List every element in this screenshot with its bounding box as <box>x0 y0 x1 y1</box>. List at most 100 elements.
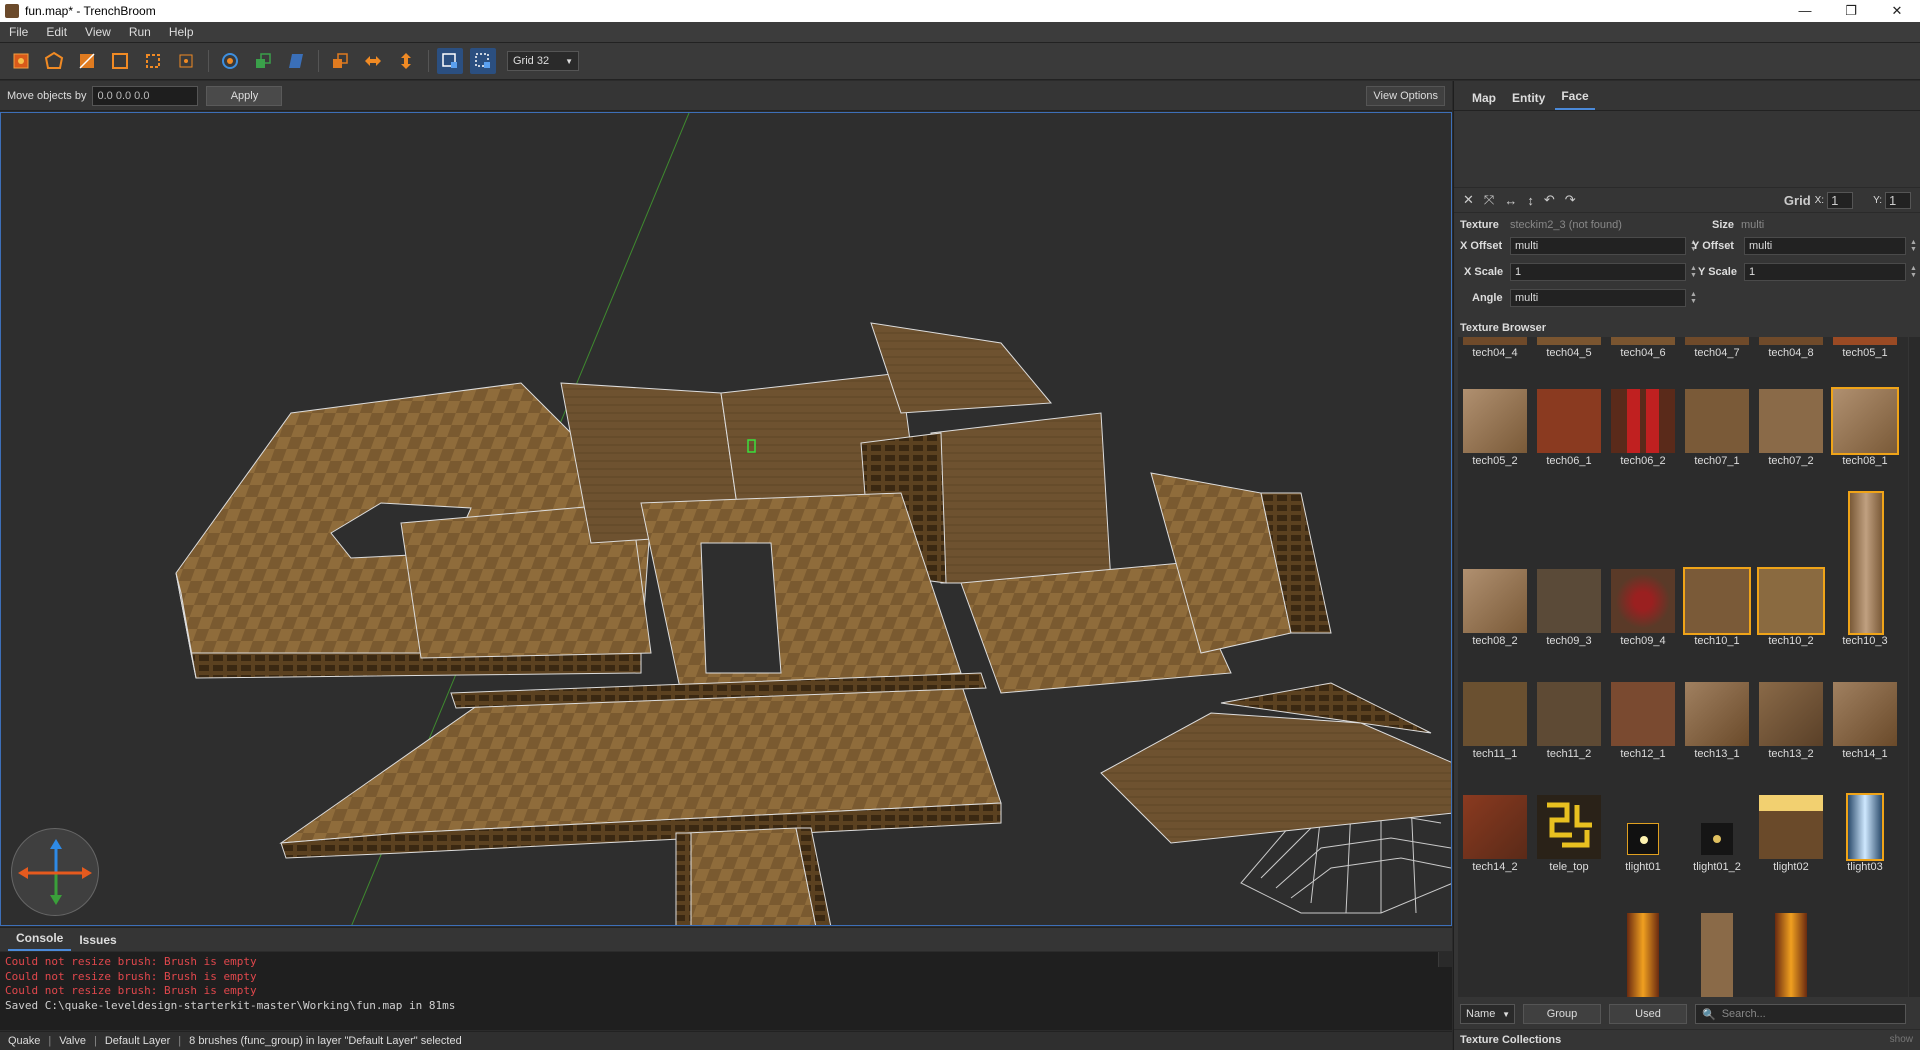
sort-dropdown[interactable]: Name ▼ <box>1460 1004 1515 1024</box>
grid-size-dropdown[interactable]: Grid 32 ▼ <box>507 51 579 71</box>
texture-tile[interactable]: tech14_1 <box>1828 682 1902 766</box>
spinner-arrows-icon[interactable]: ▲ ▼ <box>1910 239 1917 253</box>
flip-horizontal-texture-icon[interactable]: ↔ <box>1504 193 1517 208</box>
close-window-button[interactable]: ✕ <box>1874 3 1920 19</box>
vertex-tool-button[interactable] <box>74 48 100 74</box>
grid-y-spinner[interactable]: 1 <box>1885 191 1911 209</box>
brush-tool-button[interactable] <box>8 48 34 74</box>
texture-tile[interactable]: tech12_1 <box>1606 682 1680 766</box>
texture-tile[interactable]: tech13_1 <box>1680 682 1754 766</box>
texture-tile[interactable]: tech11_1 <box>1458 682 1532 766</box>
apply-button[interactable]: Apply <box>206 85 283 106</box>
used-button[interactable]: Used <box>1609 1004 1687 1024</box>
texture-tile[interactable]: tech14_2 <box>1458 795 1532 879</box>
texture-thumbnail <box>1537 682 1601 746</box>
texture-tile[interactable] <box>1754 913 1828 997</box>
group-button[interactable]: Group <box>1523 1004 1601 1024</box>
menu-help[interactable]: Help <box>160 25 203 39</box>
menu-run[interactable]: Run <box>120 25 160 39</box>
texture-tile[interactable]: tech04_8 <box>1754 337 1828 367</box>
rotate-cw-icon[interactable]: ↷ <box>1565 192 1576 208</box>
texture-tile-selected[interactable]: tech08_1 <box>1828 387 1902 473</box>
texture-tile[interactable]: tlight01_2 <box>1680 795 1754 879</box>
texture-tile[interactable]: tech05_2 <box>1458 389 1532 473</box>
texture-tile[interactable]: tech04_6 <box>1606 337 1680 367</box>
console-scrollbar[interactable] <box>1438 952 1452 967</box>
texture-tile-selected[interactable]: tech10_2 <box>1754 567 1828 653</box>
spinner-arrows-icon[interactable]: ▲ ▼ <box>1690 265 1697 279</box>
texture-tile[interactable]: tech04_5 <box>1532 337 1606 367</box>
rotate-ccw-icon[interactable]: ↶ <box>1544 192 1555 208</box>
y-offset-input[interactable]: multi <box>1744 237 1906 255</box>
texture-tile[interactable]: tech09_3 <box>1532 569 1606 653</box>
tab-console[interactable]: Console <box>8 931 72 951</box>
texture-tile[interactable]: tele_top <box>1532 795 1606 879</box>
texture-thumbnail <box>1701 913 1733 997</box>
x-offset-label: X Offset <box>1460 240 1503 252</box>
show-collections-link[interactable]: show <box>1890 1034 1913 1045</box>
texture-tile-selected[interactable]: tech10_1 <box>1680 567 1754 653</box>
menu-edit[interactable]: Edit <box>37 25 76 39</box>
console-line-saved: Saved C:\quake-leveldesign-starterkit-ma… <box>5 998 456 1012</box>
grid-x-spinner[interactable]: 1 <box>1827 191 1854 209</box>
face-tool-button[interactable] <box>140 48 166 74</box>
maximize-button[interactable]: ❐ <box>1828 3 1874 19</box>
spinner-arrows-icon[interactable]: ▲ ▼ <box>1910 265 1917 279</box>
texture-tile[interactable]: tech11_2 <box>1532 682 1606 766</box>
texture-collections-header[interactable]: Texture Collections show <box>1454 1029 1920 1049</box>
spinner-arrows-icon[interactable]: ▲ ▼ <box>1690 291 1697 305</box>
texture-tile[interactable]: tech05_1 <box>1828 337 1902 367</box>
menu-file[interactable]: File <box>0 25 37 39</box>
move-offset-input[interactable]: 0.0 0.0 0.0 <box>92 85 199 106</box>
edge-tool-button[interactable] <box>107 48 133 74</box>
texture-name: tech10_1 <box>1694 635 1740 647</box>
texture-tile[interactable]: tech06_2 <box>1606 389 1680 473</box>
minimize-button[interactable]: — <box>1782 3 1828 19</box>
texture-tile[interactable]: tech07_1 <box>1680 389 1754 473</box>
uv-lock-button[interactable] <box>470 48 496 74</box>
texture-tile-selected[interactable]: tlight03 <box>1828 793 1902 879</box>
texture-tile[interactable]: tech13_2 <box>1754 682 1828 766</box>
brush-tool-icon <box>13 53 29 69</box>
duplicate-button[interactable] <box>327 48 353 74</box>
texture-browser-scrollbar[interactable] <box>1909 337 1920 997</box>
x-scale-input[interactable]: 1 <box>1510 263 1686 281</box>
tab-map[interactable]: Map <box>1466 91 1502 110</box>
flip-horizontal-button[interactable] <box>360 48 386 74</box>
texture-tile[interactable]: tech09_4 <box>1606 569 1680 653</box>
texture-tile[interactable]: tech08_2 <box>1458 569 1532 653</box>
clip-tool-button[interactable] <box>41 48 67 74</box>
axis-gizmo[interactable] <box>11 828 99 916</box>
texture-tile[interactable] <box>1606 913 1680 997</box>
flip-vertical-button[interactable] <box>393 48 419 74</box>
x-offset-input[interactable]: multi <box>1510 237 1686 255</box>
tab-issues[interactable]: Issues <box>71 933 124 951</box>
menu-view[interactable]: View <box>76 25 120 39</box>
scale-tool-button[interactable] <box>250 48 276 74</box>
view-options-button[interactable]: View Options <box>1366 85 1445 106</box>
texture-browser-grid[interactable]: tech04_4 tech04_5 tech04_6 tech04_7 tech… <box>1458 337 1908 997</box>
y-scale-input[interactable]: 1 <box>1744 263 1906 281</box>
texture-lock-button[interactable] <box>437 48 463 74</box>
texture-tile[interactable]: tech06_1 <box>1532 389 1606 473</box>
reset-to-world-icon[interactable]: ⤧ <box>1484 192 1494 208</box>
texture-tile[interactable]: tech04_4 <box>1458 337 1532 367</box>
texture-tile[interactable]: tlight01 <box>1606 795 1680 879</box>
texture-tile[interactable]: tech07_2 <box>1754 389 1828 473</box>
point-tool-button[interactable] <box>173 48 199 74</box>
texture-tile[interactable] <box>1680 913 1754 997</box>
texture-tile[interactable]: tlight02 <box>1754 795 1828 879</box>
texture-search-field[interactable]: 🔍 Search... <box>1695 1004 1906 1024</box>
rotate-tool-button[interactable] <box>217 48 243 74</box>
flip-vertical-texture-icon[interactable]: ↕ <box>1527 193 1534 208</box>
3d-viewport[interactable] <box>0 112 1452 926</box>
texture-browser-title: Texture Browser <box>1460 322 1546 334</box>
tab-entity[interactable]: Entity <box>1506 91 1551 110</box>
texture-thumbnail <box>1611 569 1675 633</box>
texture-tile-selected[interactable]: tech10_3 <box>1828 491 1902 653</box>
tab-face[interactable]: Face <box>1555 89 1595 110</box>
texture-tile[interactable]: tech04_7 <box>1680 337 1754 367</box>
angle-input[interactable]: multi <box>1510 289 1686 307</box>
shear-tool-button[interactable] <box>283 48 309 74</box>
reset-alignment-icon[interactable]: ✕ <box>1463 192 1474 208</box>
